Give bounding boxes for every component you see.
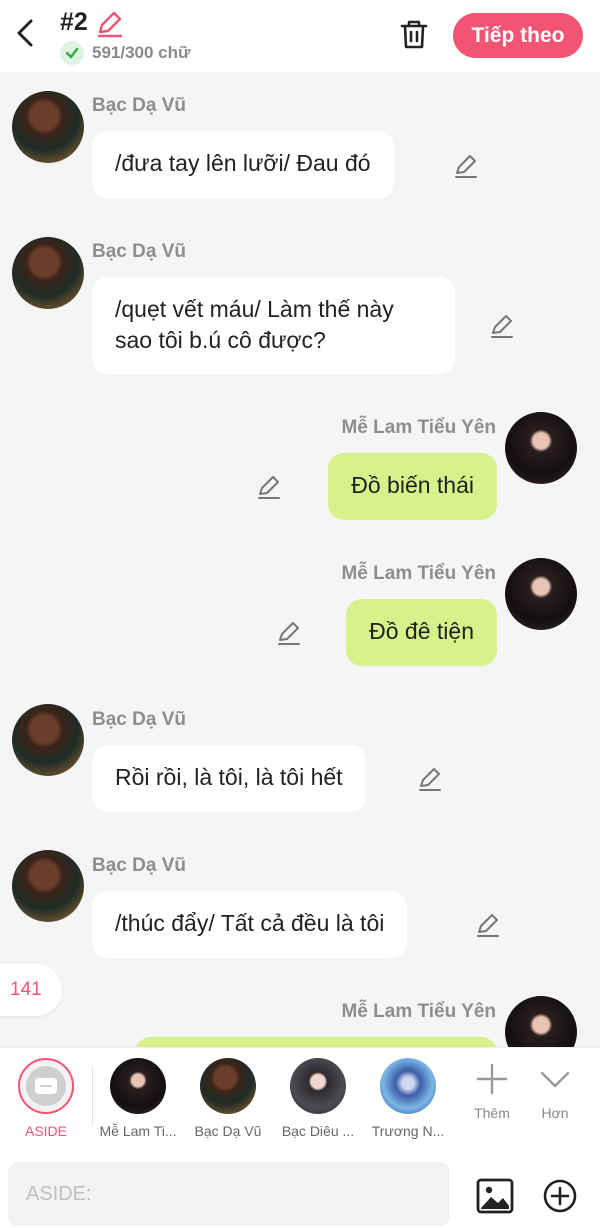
avatar[interactable] <box>12 704 84 776</box>
avatar <box>110 1058 166 1114</box>
character-bar: ASIDE Mễ Lam Ti... Bạc Dạ Vũ Bạc Diêu ..… <box>0 1047 600 1152</box>
avatar[interactable] <box>505 412 577 484</box>
back-button[interactable] <box>8 14 42 52</box>
sender-name: Bạc Dạ Vũ <box>92 95 186 116</box>
message-text: /quẹt vết máu/ Làm thế này <box>115 296 394 322</box>
chat-area[interactable]: Bạc Dạ Vũ /đưa tay lên lưỡi/ Đau đó Bạc … <box>0 72 600 1047</box>
top-bar: #2 591/300 chữ Tiếp theo <box>0 0 600 72</box>
word-count: 591/300 chữ <box>92 43 191 62</box>
sender-name: Bạc Dạ Vũ <box>92 709 186 730</box>
character-name: Bạc Diêu ... <box>281 1123 355 1139</box>
character-bac-da-vu[interactable]: Bạc Dạ Vũ <box>185 1058 271 1139</box>
avatar[interactable] <box>505 558 577 630</box>
sender-name: Bạc Dạ Vũ <box>92 241 186 262</box>
pencil-icon[interactable] <box>255 473 283 501</box>
message-bubble[interactable]: /quẹt vết máu/ Làm thế này sao tôi b.ú c… <box>92 277 455 374</box>
avatar[interactable] <box>12 91 84 163</box>
divider <box>92 1066 93 1126</box>
pencil-icon[interactable] <box>275 619 303 647</box>
pencil-icon[interactable] <box>452 152 480 180</box>
sender-name: Mễ Lam Tiểu Yên <box>341 417 496 438</box>
aside-icon <box>18 1058 74 1114</box>
message-text: Đồ biến thái <box>351 472 474 498</box>
message-count-badge[interactable]: 141 <box>0 964 62 1016</box>
message-bubble[interactable]: Rồi rồi, là tôi, là tôi hết <box>92 745 366 812</box>
message-bubble[interactable]: Đồ biến thái <box>328 453 497 520</box>
character-truong[interactable]: Trương N... <box>365 1058 451 1139</box>
back-arrow-icon <box>17 19 33 47</box>
avatar <box>380 1058 436 1114</box>
next-button[interactable]: Tiếp theo <box>453 13 583 58</box>
avatar[interactable] <box>12 850 84 922</box>
message-bubble[interactable]: Đồ đê tiện <box>346 599 497 666</box>
plus-circle-icon[interactable] <box>542 1178 578 1214</box>
more-button[interactable]: Thêm <box>462 1062 522 1121</box>
avatar[interactable] <box>12 237 84 309</box>
chapter-title: #2 <box>60 8 88 36</box>
avatar <box>200 1058 256 1114</box>
message-input[interactable] <box>8 1162 450 1226</box>
avatar <box>290 1058 346 1114</box>
pencil-icon[interactable] <box>488 312 516 340</box>
message-text: Đồ đê tiện <box>369 618 474 644</box>
message-bubble[interactable]: /thúc đẩy/ Tất cả đều là tôi <box>92 891 408 958</box>
message-text: /đưa tay lên lưỡi/ Đau đó <box>115 150 371 176</box>
character-name: ASIDE <box>24 1123 67 1139</box>
character-aside[interactable]: ASIDE <box>3 1058 89 1139</box>
message-bubble[interactable] <box>135 1037 497 1047</box>
pencil-icon[interactable] <box>474 911 502 939</box>
character-name: Trương N... <box>371 1123 445 1139</box>
message-text: sao tôi b.ú cô được? <box>115 327 326 353</box>
expand-label: Hơn <box>541 1105 569 1121</box>
input-bar <box>0 1152 600 1228</box>
sender-name: Bạc Dạ Vũ <box>92 855 186 876</box>
character-name: Mễ Lam Ti... <box>99 1123 177 1139</box>
character-name: Bạc Dạ Vũ <box>194 1123 262 1139</box>
check-icon <box>60 41 84 65</box>
message-bubble[interactable]: /đưa tay lên lưỡi/ Đau đó <box>92 131 394 199</box>
plus-icon <box>476 1063 508 1095</box>
expand-button[interactable]: Hơn <box>525 1062 585 1121</box>
chevron-down-icon <box>540 1071 570 1088</box>
image-icon[interactable] <box>476 1178 514 1214</box>
sender-name: Mễ Lam Tiểu Yên <box>341 1001 496 1022</box>
character-bac-dieu[interactable]: Bạc Diêu ... <box>275 1058 361 1139</box>
trash-icon[interactable] <box>398 18 430 50</box>
more-label: Thêm <box>474 1105 510 1121</box>
avatar[interactable] <box>505 996 577 1047</box>
character-me-lam[interactable]: Mễ Lam Ti... <box>95 1058 181 1139</box>
pencil-icon[interactable] <box>95 10 123 38</box>
pencil-icon[interactable] <box>416 765 444 793</box>
sender-name: Mễ Lam Tiểu Yên <box>341 563 496 584</box>
message-text: /thúc đẩy/ Tất cả đều là tôi <box>115 910 385 936</box>
message-text: Rồi rồi, là tôi, là tôi hết <box>115 764 343 790</box>
